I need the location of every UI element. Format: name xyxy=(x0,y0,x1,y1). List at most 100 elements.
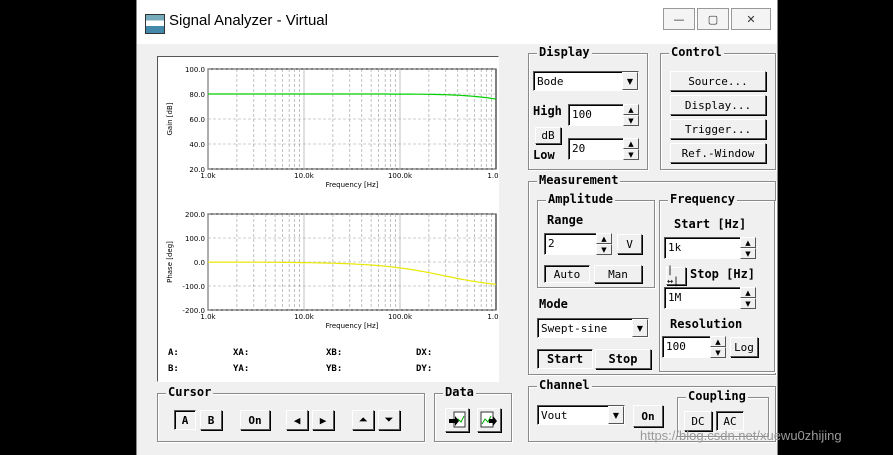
fit-range-button[interactable]: |↔| xyxy=(666,265,686,287)
unit-button[interactable]: V xyxy=(617,234,642,254)
up-arrow-icon[interactable]: ▲ xyxy=(740,287,756,298)
down-arrow-icon[interactable]: ▼ xyxy=(623,115,639,126)
down-arrow-icon[interactable]: ▼ xyxy=(596,244,612,255)
high-input[interactable]: 100 xyxy=(568,104,626,126)
readout-xb: XB: xyxy=(326,348,342,358)
control-group: Control Source... Display... Trigger... … xyxy=(660,45,776,170)
stop-freq-spinner[interactable]: ▲ ▼ xyxy=(740,287,756,309)
gain-frame xyxy=(207,68,497,170)
stop-freq-input[interactable]: 1M xyxy=(664,287,744,309)
start-freq-spinner[interactable]: ▲ ▼ xyxy=(740,237,756,259)
data-group: Data xyxy=(434,385,512,442)
start-freq-input[interactable]: 1k xyxy=(664,237,744,259)
restore-button[interactable]: ▢ xyxy=(697,8,729,30)
start-button[interactable]: Start xyxy=(537,349,593,369)
range-spinner[interactable]: ▲ ▼ xyxy=(596,233,612,255)
readout-dx: DX: xyxy=(416,348,432,358)
triangle-left-icon: ◀ xyxy=(293,413,301,427)
phase-x-label: Frequency [Hz] xyxy=(326,322,379,330)
range-input[interactable]: 2 xyxy=(544,233,600,255)
gain-y-label: Gain [dB] xyxy=(166,102,174,135)
display-settings-button[interactable]: Display... xyxy=(670,95,766,115)
measurement-group: Measurement Amplitude Range 2 ▲ ▼ V Auto … xyxy=(528,173,776,375)
db-button[interactable]: dB xyxy=(535,127,561,144)
close-button[interactable]: ✕ xyxy=(731,8,771,30)
low-input[interactable]: 20 xyxy=(568,138,626,160)
chevron-down-icon[interactable]: ▼ xyxy=(632,319,648,337)
cursor-a-button[interactable]: A xyxy=(174,410,196,430)
phase-y-tick: 100.0 xyxy=(185,235,205,243)
up-arrow-icon[interactable]: ▲ xyxy=(623,138,639,149)
phase-y-tick: 200.0 xyxy=(185,211,205,219)
peak-up-icon: ⏶ xyxy=(358,413,368,426)
app-icon xyxy=(145,14,165,34)
down-arrow-icon[interactable]: ▼ xyxy=(740,248,756,259)
readout-b: B: xyxy=(168,364,179,374)
display-group: Display Bode ▼ High 100 ▲ ▼ dB Low 20 ▲ ▼ xyxy=(528,45,648,170)
up-arrow-icon[interactable]: ▲ xyxy=(740,237,756,248)
display-title: Display xyxy=(537,45,592,59)
minimize-button[interactable]: — xyxy=(663,8,695,30)
plot-area[interactable]: 100.080.060.040.020.01.0k10.0k100.0k1.0M… xyxy=(157,56,505,382)
amplitude-title: Amplitude xyxy=(546,192,616,206)
resolution-spinner[interactable]: ▲ ▼ xyxy=(710,336,726,358)
gain-x-tick: 1.0k xyxy=(200,172,216,180)
cursor-b-button[interactable]: B xyxy=(200,410,222,430)
trigger-button[interactable]: Trigger... xyxy=(670,119,766,139)
high-spinner[interactable]: ▲ ▼ xyxy=(623,104,639,126)
cursor-group: Cursor A B On ◀ ▶ ⏶ ⏷ xyxy=(157,385,425,442)
stop-button[interactable]: Stop xyxy=(595,349,651,369)
gain-y-tick: 100.0 xyxy=(185,66,205,74)
readout-ya: YA: xyxy=(233,364,249,374)
bode-plot[interactable]: 100.080.060.040.020.01.0k10.0k100.0k1.0M… xyxy=(158,57,505,381)
phase-x-tick: 10.0k xyxy=(294,313,315,321)
readout-xa: XA: xyxy=(233,348,249,358)
start-freq-label: Start [Hz] xyxy=(674,217,747,231)
chevron-down-icon[interactable]: ▼ xyxy=(622,72,638,90)
cursor-on-button[interactable]: On xyxy=(240,410,270,430)
coupling-title: Coupling xyxy=(686,389,748,403)
save-data-icon xyxy=(480,411,497,428)
source-button[interactable]: Source... xyxy=(670,71,766,91)
log-button[interactable]: Log xyxy=(730,337,758,357)
cursor-peak-down-button[interactable]: ⏷ xyxy=(378,410,400,430)
gain-x-label: Frequency [Hz] xyxy=(326,181,379,189)
resolution-label: Resolution xyxy=(670,317,743,331)
down-arrow-icon[interactable]: ▼ xyxy=(623,149,639,160)
up-arrow-icon[interactable]: ▲ xyxy=(623,104,639,115)
export-data-icon xyxy=(449,411,466,428)
cursor-readouts: A: XA: XB: DX: B: YA: YB: DY: xyxy=(168,348,432,374)
chevron-down-icon[interactable]: ▼ xyxy=(608,406,624,424)
up-arrow-icon[interactable]: ▲ xyxy=(710,336,726,347)
phase-y-tick: 0.0 xyxy=(194,259,205,267)
gain-x-tick: 1.0M xyxy=(487,172,498,180)
channel-on-button[interactable]: On xyxy=(633,405,663,427)
up-arrow-icon[interactable]: ▲ xyxy=(596,233,612,244)
phase-y-label: Phase [deg] xyxy=(166,241,174,283)
measurement-title: Measurement xyxy=(537,173,621,187)
gain-x-tick: 10.0k xyxy=(294,172,315,180)
low-spinner[interactable]: ▲ ▼ xyxy=(623,138,639,160)
ref-window-button[interactable]: Ref.-Window xyxy=(670,143,766,163)
auto-button[interactable]: Auto xyxy=(544,265,590,283)
title-bar[interactable]: Signal Analyzer - Virtual — ▢ ✕ xyxy=(137,0,777,44)
cursor-right-button[interactable]: ▶ xyxy=(312,410,334,430)
range-label: Range xyxy=(547,213,584,227)
resolution-input[interactable]: 100 xyxy=(662,336,714,358)
amplitude-group: Amplitude Range 2 ▲ ▼ V Auto Man xyxy=(537,192,655,288)
gain-y-tick: 60.0 xyxy=(189,116,205,124)
cursor-title: Cursor xyxy=(166,385,214,399)
high-label: High xyxy=(533,104,562,118)
frequency-group: Frequency Start [Hz] 1k ▲ ▼ |↔| Stop [Hz]… xyxy=(659,192,775,372)
data-export-button[interactable] xyxy=(445,408,469,432)
man-button[interactable]: Man xyxy=(594,265,642,283)
down-arrow-icon[interactable]: ▼ xyxy=(740,298,756,309)
gain-x-tick: 100.0k xyxy=(388,172,413,180)
phase-y-tick: -100.0 xyxy=(182,283,205,291)
data-save-button[interactable] xyxy=(477,408,501,432)
gain-plot: 100.080.060.040.020.01.0k10.0k100.0k1.0M… xyxy=(166,66,505,189)
cursor-peak-up-button[interactable]: ⏶ xyxy=(352,410,374,430)
down-arrow-icon[interactable]: ▼ xyxy=(710,347,726,358)
cursor-left-button[interactable]: ◀ xyxy=(286,410,308,430)
data-title: Data xyxy=(443,385,476,399)
